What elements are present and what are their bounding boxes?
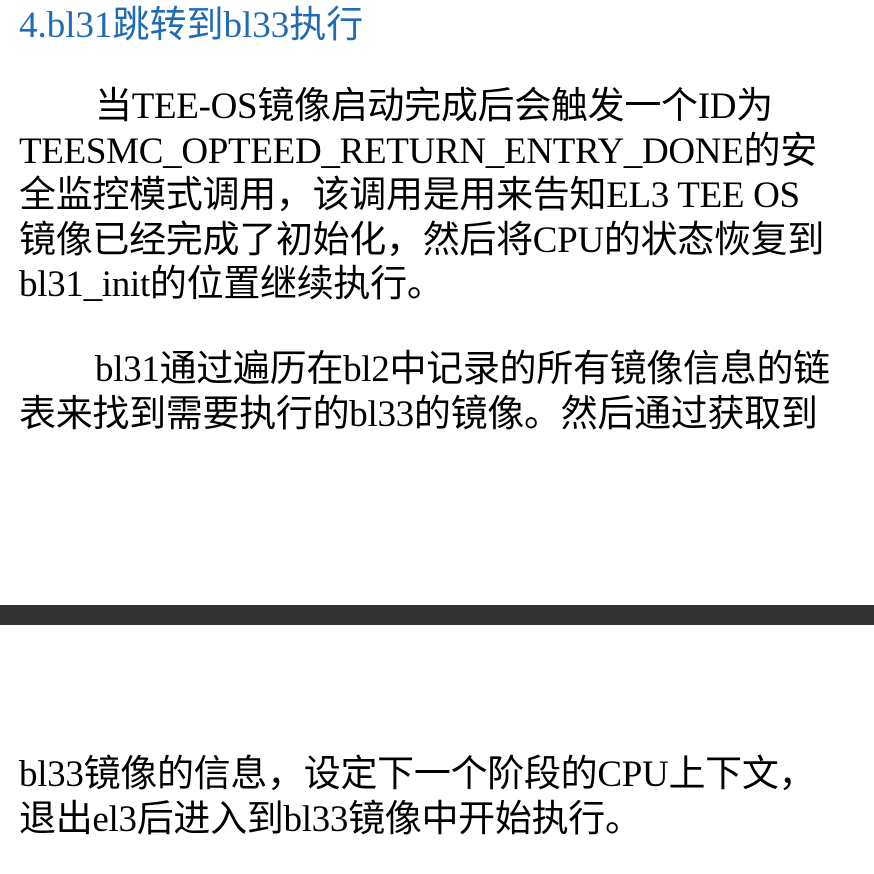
section-heading: 4.bl31跳转到bl33执行 [19,5,364,46]
paragraph-bl33-continue: bl33镜像的信息，设定下一个阶段的CPU上下文， 退出el3后进入到bl33镜… [19,753,859,842]
text-line: TEESMC_OPTEED_RETURN_ENTRY_DONE的安 [19,130,817,172]
text-line: bl33镜像的信息，设定下一个阶段的CPU上下文， [19,754,816,795]
text-line: 全监控模式调用，该调用是用来告知EL3 TEE OS [19,175,800,216]
text-line: 表来找到需要执行的bl33的镜像。然后通过获取到 [19,393,818,435]
text-line: 当TEE-OS镜像启动完成后会触发一个ID为 [95,86,773,127]
paragraph-tee-os-return: 当TEE-OS镜像启动完成后会触发一个ID为 TEESMC_OPTEED_RET… [19,85,859,308]
document-page-1: 4.bl31跳转到bl33执行 当TEE-OS镜像启动完成后会触发一个ID为 T… [0,0,874,605]
paragraph-bl33-lookup: bl31通过遍历在bl2中记录的所有镜像信息的链 表来找到需要执行的bl33的镜… [19,348,859,437]
text-line: 退出el3后进入到bl33镜像中开始执行。 [19,798,642,840]
text-line: bl31_init的位置继续执行。 [19,264,444,305]
text-line: 镜像已经完成了初始化，然后将CPU的状态恢复到 [19,219,825,261]
text-line: bl31通过遍历在bl2中记录的所有镜像信息的链 [95,349,830,390]
document-page-2: bl33镜像的信息，设定下一个阶段的CPU上下文， 退出el3后进入到bl33镜… [0,625,874,874]
page-separator [0,605,874,625]
